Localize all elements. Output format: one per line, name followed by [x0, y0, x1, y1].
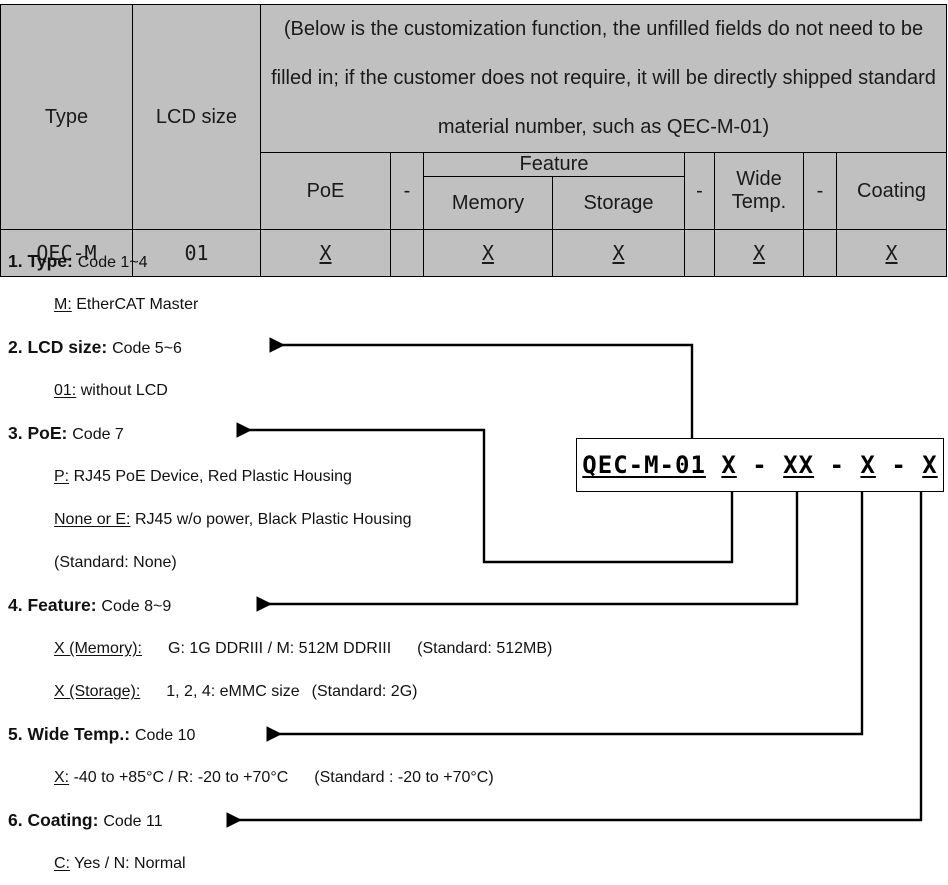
wire-coating: [226, 492, 923, 828]
pn-dash-1: -: [752, 451, 768, 479]
pn-dash-2: -: [829, 451, 845, 479]
part-number-text: QEC-M-01 X - XX - X - X: [582, 451, 937, 479]
pn-poe: X: [721, 451, 737, 479]
pn-feature: XX: [783, 451, 815, 479]
pn-wide-temp: X: [860, 451, 876, 479]
pn-prefix: QEC-M-01: [582, 451, 706, 479]
wire-feature: [256, 492, 799, 612]
wire-lcd-size: [269, 337, 694, 438]
pn-dash-3: -: [891, 451, 907, 479]
part-number-box: QEC-M-01 X - XX - X - X: [576, 438, 944, 492]
pn-coating: X: [922, 451, 938, 479]
wire-wide-temp: [266, 492, 864, 742]
